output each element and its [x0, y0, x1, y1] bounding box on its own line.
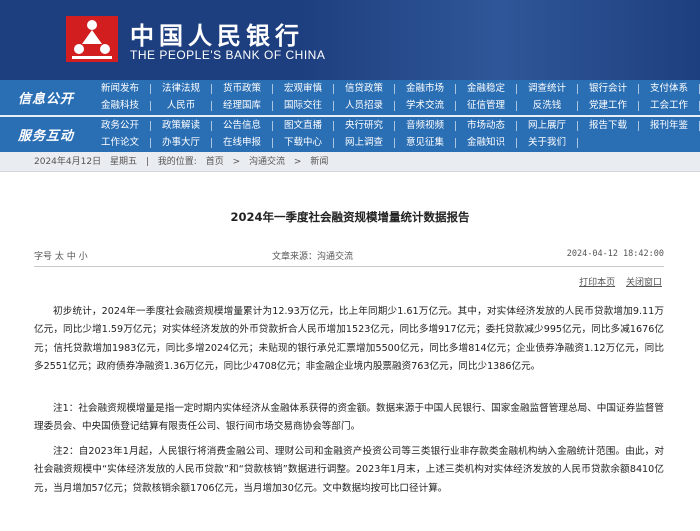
current-weekday: 星期五 [109, 157, 137, 167]
nav-link[interactable]: 反洗钱 [519, 98, 578, 114]
breadcrumb-communication[interactable]: 沟通交流 [249, 157, 285, 167]
nav-link[interactable]: 货币政策 [214, 81, 273, 97]
nav-link[interactable]: 图文直播 [275, 118, 334, 134]
font-size-controls[interactable]: 字号 太 中 小 [34, 249, 88, 262]
nav-link[interactable]: 法律法规 [153, 81, 212, 97]
article-paragraph: 初步统计，2024年一季度社会融资规模增量累计为12.93万亿元，比上年同期少1… [34, 306, 664, 373]
nav-link[interactable]: 金融市场 [397, 81, 456, 97]
nav-link[interactable]: 报刊年鉴 [641, 118, 700, 134]
nav-link[interactable]: 调查统计 [519, 81, 578, 97]
nav-link[interactable]: 工会工作 [641, 98, 700, 114]
nav-link[interactable]: 金融知识 [458, 135, 517, 151]
article-meta: 字号 太 中 小 文章来源：沟通交流 2024-04-12 18:42:00 [34, 249, 664, 263]
nav-link[interactable]: 党建工作 [580, 98, 639, 114]
nav-link[interactable]: 意见征集 [397, 135, 456, 151]
article-note-2: 注2：自2023年1月起，人民银行将消费金融公司、理财公司和金融资产投资公司等三… [34, 446, 664, 494]
nav-link[interactable]: 经理国库 [214, 98, 273, 114]
nav-link[interactable]: 下载中心 [275, 135, 334, 151]
article-actions: 打印本页 关闭窗口 [571, 275, 662, 288]
article-title: 2024年一季度社会融资规模增量统计数据报告 [230, 210, 470, 224]
breadcrumb-home[interactable]: 首页 [206, 157, 224, 167]
breadcrumb: 2024年4月12日 星期五 | 我的位置: 首页 > 沟通交流 > 新闻 [0, 152, 700, 172]
close-window-link[interactable]: 关闭窗口 [626, 278, 662, 288]
article-note-1: 注1：社会融资规模增量是指一定时期内实体经济从金融体系获得的资金额。数据来源于中… [34, 403, 664, 433]
nav-link[interactable]: 支付体系 [641, 81, 700, 97]
breadcrumb-prefix: 我的位置: [157, 157, 197, 167]
nav-label-service-interaction[interactable]: 服务互动 [0, 117, 92, 152]
current-date: 2024年4月12日 [34, 157, 102, 167]
nav-link[interactable]: 金融科技 [92, 98, 151, 114]
nav-link[interactable]: 人民币 [153, 98, 212, 114]
nav-link[interactable]: 关于我们 [519, 135, 578, 151]
nav-link[interactable]: 金融稳定 [458, 81, 517, 97]
nav-link[interactable]: 报告下载 [580, 118, 639, 134]
nav-link[interactable]: 工作论文 [92, 135, 151, 151]
nav-link[interactable]: 政策解读 [153, 118, 212, 134]
nav-link[interactable]: 央行研究 [336, 118, 395, 134]
article-source: 文章来源：沟通交流 [272, 252, 354, 262]
nav-link[interactable]: 办事大厅 [153, 135, 212, 151]
breadcrumb-separator: > [232, 157, 241, 167]
breadcrumb-separator: | [145, 157, 149, 167]
nav-link[interactable]: 音频视频 [397, 118, 456, 134]
nav-link[interactable]: 市场动态 [458, 118, 517, 134]
nav-link[interactable]: 公告信息 [214, 118, 273, 134]
nav-link[interactable]: 政务公开 [92, 118, 151, 134]
nav-link[interactable]: 宏观审慎 [275, 81, 334, 97]
nav-link[interactable]: 网上展厅 [519, 118, 578, 134]
print-page-link[interactable]: 打印本页 [579, 278, 615, 288]
meta-divider [34, 266, 664, 267]
nav-label-info-disclosure[interactable]: 信息公开 [0, 80, 92, 115]
header-glow [300, 0, 700, 80]
main-navigation: 信息公开 新闻发布 法律法规 货币政策 宏观审慎 信贷政策 金融市场 金融稳定 … [0, 80, 700, 152]
nav-link[interactable]: 银行会计 [580, 81, 639, 97]
brand-name-cn: 中国人民银行 [130, 21, 304, 50]
nav-link[interactable]: 人员招录 [336, 98, 395, 114]
brand-name-en: THE PEOPLE'S BANK OF CHINA [130, 48, 326, 62]
nav-link[interactable]: 在线申报 [214, 135, 273, 151]
breadcrumb-separator: > [293, 157, 302, 167]
site-header: 中国人民银行 THE PEOPLE'S BANK OF CHINA [0, 0, 700, 80]
nav-link[interactable]: 网上调查 [336, 135, 395, 151]
nav-row-divider [0, 115, 700, 117]
article-content: 2024年一季度社会融资规模增量统计数据报告 字号 太 中 小 文章来源：沟通交… [0, 173, 700, 531]
nav-link[interactable]: 学术交流 [397, 98, 456, 114]
nav-link[interactable]: 新闻发布 [92, 81, 151, 97]
article-date: 2024-04-12 18:42:00 [566, 249, 664, 259]
pboc-logo-icon[interactable] [66, 16, 118, 62]
nav-link[interactable]: 征信管理 [458, 98, 517, 114]
nav-link[interactable]: 国际交往 [275, 98, 334, 114]
nav-link[interactable]: 信贷政策 [336, 81, 395, 97]
breadcrumb-news[interactable]: 新闻 [310, 157, 328, 167]
